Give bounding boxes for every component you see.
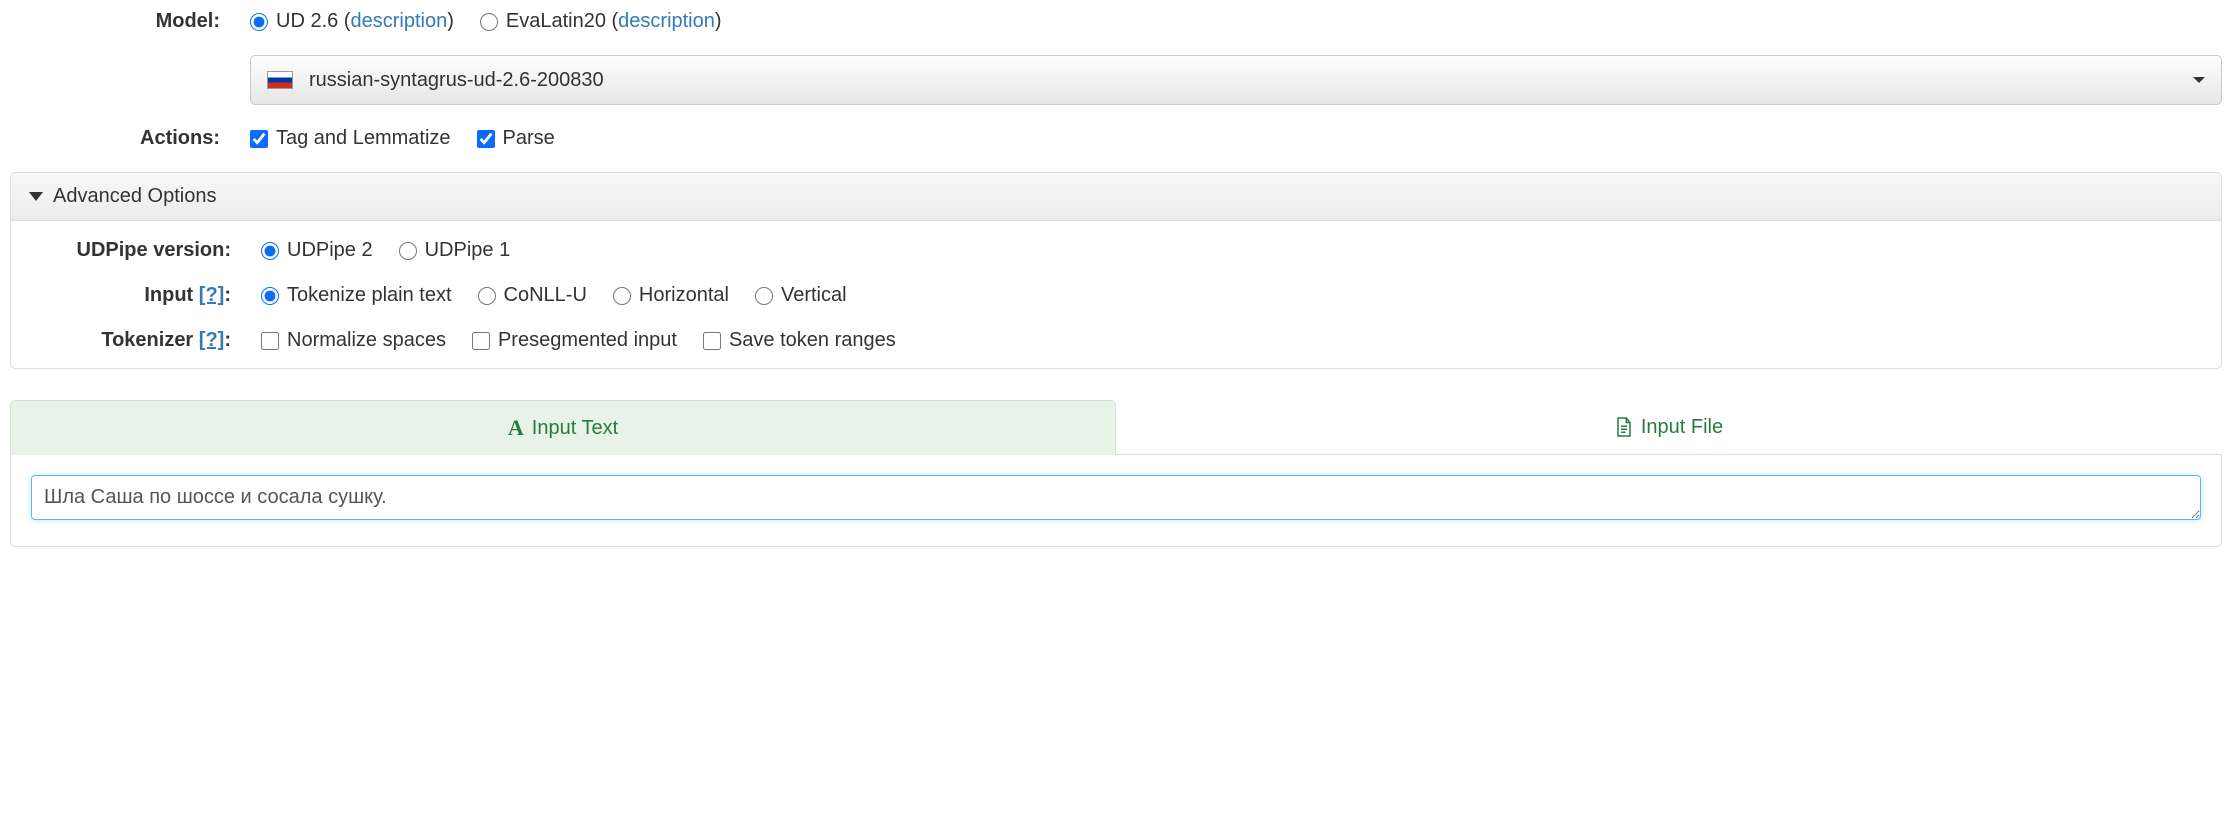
model-select[interactable]: russian-syntagrus-ud-2.6-200830 <box>250 55 2222 105</box>
action-parse-label: Parse <box>503 127 555 150</box>
tokenizer-save-ranges-label: Save token ranges <box>729 329 896 352</box>
tokenizer-save-ranges-checkbox[interactable] <box>703 332 721 350</box>
input-vertical-label: Vertical <box>781 284 847 307</box>
model-option-ud26-label: UD 2.6 <box>276 10 338 32</box>
advanced-options-panel: Advanced Options UDPipe version: UDPipe … <box>10 172 2222 369</box>
input-text-area[interactable] <box>31 475 2201 520</box>
triangle-down-icon <box>29 192 43 201</box>
tokenizer-save-ranges[interactable]: Save token ranges <box>703 329 896 352</box>
file-icon <box>1615 416 1633 438</box>
flag-russia-icon <box>267 71 293 89</box>
input-horizontal-radio[interactable] <box>613 287 631 305</box>
input-horizontal[interactable]: Horizontal <box>613 284 729 307</box>
model-radio-ud26[interactable] <box>250 13 268 31</box>
input-horizontal-label: Horizontal <box>639 284 729 307</box>
caret-down-icon <box>2193 77 2205 83</box>
input-tokenize[interactable]: Tokenize plain text <box>261 284 452 307</box>
udpipe-version-1[interactable]: UDPipe 1 <box>399 239 511 262</box>
udpipe-version-1-label: UDPipe 1 <box>425 239 511 262</box>
model-label: Model: <box>10 10 250 33</box>
font-icon: A <box>508 415 524 441</box>
input-conllu[interactable]: CoNLL-U <box>478 284 587 307</box>
input-conllu-label: CoNLL-U <box>504 284 587 307</box>
input-help-link[interactable]: [?] <box>199 284 225 306</box>
udpipe-version-label: UDPipe version: <box>21 239 261 262</box>
tokenizer-presegmented-checkbox[interactable] <box>472 332 490 350</box>
model-ud26-description-link[interactable]: description <box>350 10 447 32</box>
advanced-options-toggle[interactable]: Advanced Options <box>11 173 2221 221</box>
input-label: Input <box>144 284 193 306</box>
tab-content-input-text <box>10 455 2222 547</box>
action-tag-lemmatize[interactable]: Tag and Lemmatize <box>250 127 451 150</box>
tokenizer-presegmented[interactable]: Presegmented input <box>472 329 677 352</box>
tokenizer-normalize-spaces-label: Normalize spaces <box>287 329 446 352</box>
action-parse-checkbox[interactable] <box>477 130 495 148</box>
input-conllu-radio[interactable] <box>478 287 496 305</box>
model-option-evalatin-label: EvaLatin20 <box>506 10 606 32</box>
action-parse[interactable]: Parse <box>477 127 555 150</box>
input-tabs: A Input Text Input File <box>10 399 2222 455</box>
input-tokenize-radio[interactable] <box>261 287 279 305</box>
input-tokenize-label: Tokenize plain text <box>287 284 452 307</box>
tokenizer-label: Tokenizer <box>101 329 193 351</box>
udpipe-version-2[interactable]: UDPipe 2 <box>261 239 373 262</box>
action-tag-lemmatize-checkbox[interactable] <box>250 130 268 148</box>
tab-input-text-label: Input Text <box>532 417 618 440</box>
actions-label: Actions: <box>10 127 250 150</box>
tokenizer-presegmented-label: Presegmented input <box>498 329 677 352</box>
model-select-value: russian-syntagrus-ud-2.6-200830 <box>309 69 604 92</box>
tab-input-file-label: Input File <box>1641 416 1723 439</box>
model-radio-evalatin[interactable] <box>480 13 498 31</box>
tokenizer-help-link[interactable]: [?] <box>199 329 225 351</box>
action-tag-lemmatize-label: Tag and Lemmatize <box>276 127 451 150</box>
model-option-ud26[interactable]: UD 2.6 (description) <box>250 10 454 33</box>
tab-input-file[interactable]: Input File <box>1116 399 2222 454</box>
udpipe-version-1-radio[interactable] <box>399 242 417 260</box>
tokenizer-normalize-spaces[interactable]: Normalize spaces <box>261 329 446 352</box>
udpipe-version-2-radio[interactable] <box>261 242 279 260</box>
input-vertical-radio[interactable] <box>755 287 773 305</box>
model-evalatin-description-link[interactable]: description <box>618 10 715 32</box>
tab-input-text[interactable]: A Input Text <box>10 400 1116 455</box>
advanced-options-heading: Advanced Options <box>53 185 216 208</box>
model-option-evalatin[interactable]: EvaLatin20 (description) <box>480 10 722 33</box>
input-vertical[interactable]: Vertical <box>755 284 847 307</box>
tokenizer-normalize-spaces-checkbox[interactable] <box>261 332 279 350</box>
udpipe-version-2-label: UDPipe 2 <box>287 239 373 262</box>
